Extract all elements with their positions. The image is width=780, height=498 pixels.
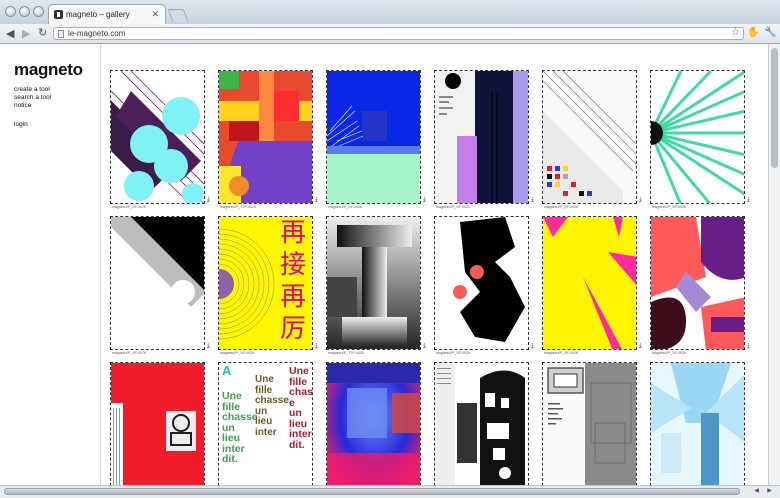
poster-caption: magnetoVP_SP-0026 <box>544 205 578 209</box>
poster-thumbnail[interactable] <box>650 216 745 350</box>
poster-thumbnail[interactable] <box>326 216 421 350</box>
nav-create-tool[interactable]: create a tool <box>14 86 50 93</box>
poster-caption: magnetoVP_SP-0026 <box>220 351 254 355</box>
tab-title: magneto – gallery <box>66 10 130 19</box>
wrench-menu-icon[interactable]: 🔧 <box>764 27 776 39</box>
download-icon[interactable]: ⤓ <box>315 343 321 349</box>
address-bar[interactable]: le-magneto.com ☆ <box>53 27 744 40</box>
poster-glyph: 接 <box>279 250 306 280</box>
poster-thumbnail[interactable] <box>542 216 637 350</box>
nav-notice[interactable]: notice <box>14 102 31 109</box>
poster-thumbnail[interactable] <box>650 362 745 485</box>
close-window-icon[interactable] <box>5 6 16 17</box>
close-tab-icon[interactable]: ✕ <box>151 9 159 20</box>
horizontal-scroll-thumb[interactable] <box>4 488 740 495</box>
poster-caption: magnetoVP_TTP-0020 <box>328 351 364 355</box>
poster-thumbnail[interactable] <box>218 70 313 204</box>
nav-search-tool[interactable]: search a tool <box>14 94 51 101</box>
page-content: magneto create a tool search a tool noti… <box>0 44 768 485</box>
poster-thumbnail[interactable] <box>110 362 205 485</box>
browser-tab[interactable]: magneto – gallery ✕ <box>48 4 166 24</box>
page-icon <box>58 30 64 38</box>
back-button[interactable]: ◀ <box>6 27 14 40</box>
sidebar: magneto create a tool search a tool noti… <box>0 44 101 485</box>
minimize-window-icon[interactable] <box>19 6 30 17</box>
poster-glyph: 再 <box>279 282 306 312</box>
poster-text: A <box>222 363 232 378</box>
download-icon[interactable]: ⤓ <box>423 197 429 203</box>
poster-caption: magnetoVP_SP-0020 <box>436 205 470 209</box>
poster-thumbnail[interactable]: 再 接 再 厉 <box>218 216 313 350</box>
scroll-left-icon[interactable]: ◀ <box>752 487 761 496</box>
horizontal-scrollbar[interactable]: ◀ ▶ <box>0 485 780 498</box>
poster-thumbnail[interactable] <box>326 362 421 485</box>
poster-caption: magnetoVP_SP-0026 <box>544 351 578 355</box>
scroll-right-icon[interactable]: ▶ <box>765 487 774 496</box>
poster-thumbnail[interactable] <box>326 70 421 204</box>
poster-thumbnail[interactable] <box>542 70 637 204</box>
hand-extension-icon[interactable]: ✋ <box>747 27 759 39</box>
poster-thumbnail[interactable] <box>110 216 205 350</box>
download-icon[interactable]: ⤓ <box>747 197 753 203</box>
poster-caption: magnetoVP_SP-0026 <box>652 351 686 355</box>
poster-thumbnail[interactable] <box>650 70 745 204</box>
url-text[interactable]: le-magneto.com <box>68 29 125 38</box>
poster-text-col: Une fille chasse un lieu inter <box>255 374 289 438</box>
download-icon[interactable]: ⤓ <box>639 197 645 203</box>
vertical-scrollbar[interactable] <box>768 44 780 485</box>
poster-text-col: Une fille chasse un lieu inter dit. <box>222 390 258 465</box>
site-logo[interactable]: magneto <box>14 60 83 80</box>
download-icon[interactable]: ⤓ <box>423 343 429 349</box>
browser-toolbar: ◀ ▶ ↻ le-magneto.com ☆ ✋ 🔧 <box>0 24 780 44</box>
favicon-icon <box>54 10 63 19</box>
download-icon[interactable]: ⤓ <box>747 343 753 349</box>
poster-caption: magnetoVP_SP-0026 <box>436 351 470 355</box>
download-icon[interactable]: ⤓ <box>207 197 213 203</box>
download-icon[interactable]: ⤓ <box>207 343 213 349</box>
new-tab-button[interactable] <box>167 9 189 22</box>
poster-glyph: 再 <box>279 218 306 248</box>
poster-thumbnail[interactable] <box>434 70 529 204</box>
poster-thumbnail[interactable] <box>434 216 529 350</box>
forward-button[interactable]: ▶ <box>22 27 30 40</box>
poster-thumbnail[interactable] <box>542 362 637 485</box>
poster-thumbnail[interactable]: A Une fille chasse un lieu inter dit. Un… <box>218 362 313 485</box>
vertical-scroll-thumb[interactable] <box>771 48 778 168</box>
browser-titlebar: magneto – gallery ✕ <box>0 0 780 25</box>
poster-caption: magnetoVP_TTP-0020 <box>220 205 256 209</box>
poster-thumbnail[interactable] <box>434 362 529 485</box>
poster-caption: magnetoVP_SP-0020 <box>112 205 146 209</box>
zoom-window-icon[interactable] <box>33 6 44 17</box>
gallery-grid: magnetoVP_SP-0020 magnetoVP_TTP-0020 mag… <box>110 70 750 485</box>
bookmark-star-icon[interactable]: ☆ <box>731 27 740 38</box>
poster-glyph: 厉 <box>279 314 306 344</box>
download-icon[interactable]: ⤓ <box>315 197 321 203</box>
poster-caption: magnetoVP_SP-0026 <box>328 205 362 209</box>
download-icon[interactable]: ⤓ <box>531 197 537 203</box>
nav-login[interactable]: login <box>14 121 28 128</box>
reload-button[interactable]: ↻ <box>38 26 47 39</box>
download-icon[interactable]: ⤓ <box>639 343 645 349</box>
download-icon[interactable]: ⤓ <box>531 343 537 349</box>
poster-caption: magnetoVP_SP-0026 <box>652 205 686 209</box>
poster-thumbnail[interactable] <box>110 70 205 204</box>
poster-text-col: Une fille chass e un lieu inter dit. <box>289 365 313 451</box>
poster-caption: magnetoVP_SP-0076 <box>112 351 146 355</box>
